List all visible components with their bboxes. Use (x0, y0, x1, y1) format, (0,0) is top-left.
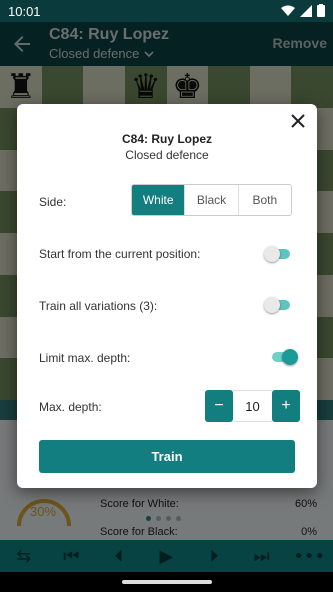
side-option-both[interactable]: Both (239, 185, 291, 215)
limit-depth-toggle[interactable] (270, 349, 298, 365)
dialog-title: C84: Ruy Lopez (121, 132, 212, 146)
status-time: 10:01 (8, 4, 41, 19)
max-depth-stepper: − 10 + (205, 390, 300, 422)
train-all-toggle[interactable] (264, 297, 292, 313)
start-current-label: Start from the current position: (39, 247, 201, 261)
limit-depth-label: Limit max. depth: (39, 351, 131, 365)
dialog-subtitle: Closed defence (125, 148, 209, 162)
max-depth-value[interactable]: 10 (233, 390, 272, 422)
battery-icon (317, 4, 325, 17)
train-dialog: C84: Ruy Lopez Closed defence Side: Whit… (17, 104, 317, 488)
system-nav-bar (0, 572, 333, 592)
side-selector: White Black Both (131, 184, 292, 216)
status-bar: 10:01 (0, 0, 333, 22)
train-button[interactable]: Train (39, 440, 295, 473)
side-label: Side: (39, 195, 67, 209)
signal-icon (300, 4, 312, 17)
close-icon[interactable] (289, 112, 307, 130)
decrement-button[interactable]: − (205, 390, 233, 422)
wifi-icon (281, 5, 295, 16)
side-option-white[interactable]: White (132, 185, 186, 215)
start-current-toggle[interactable] (264, 246, 292, 262)
increment-button[interactable]: + (272, 390, 300, 422)
home-pill[interactable] (122, 580, 212, 584)
max-depth-label: Max. depth: (39, 400, 102, 414)
status-icons (281, 4, 325, 17)
side-option-black[interactable]: Black (185, 185, 239, 215)
train-all-label: Train all variations (3): (39, 299, 158, 313)
